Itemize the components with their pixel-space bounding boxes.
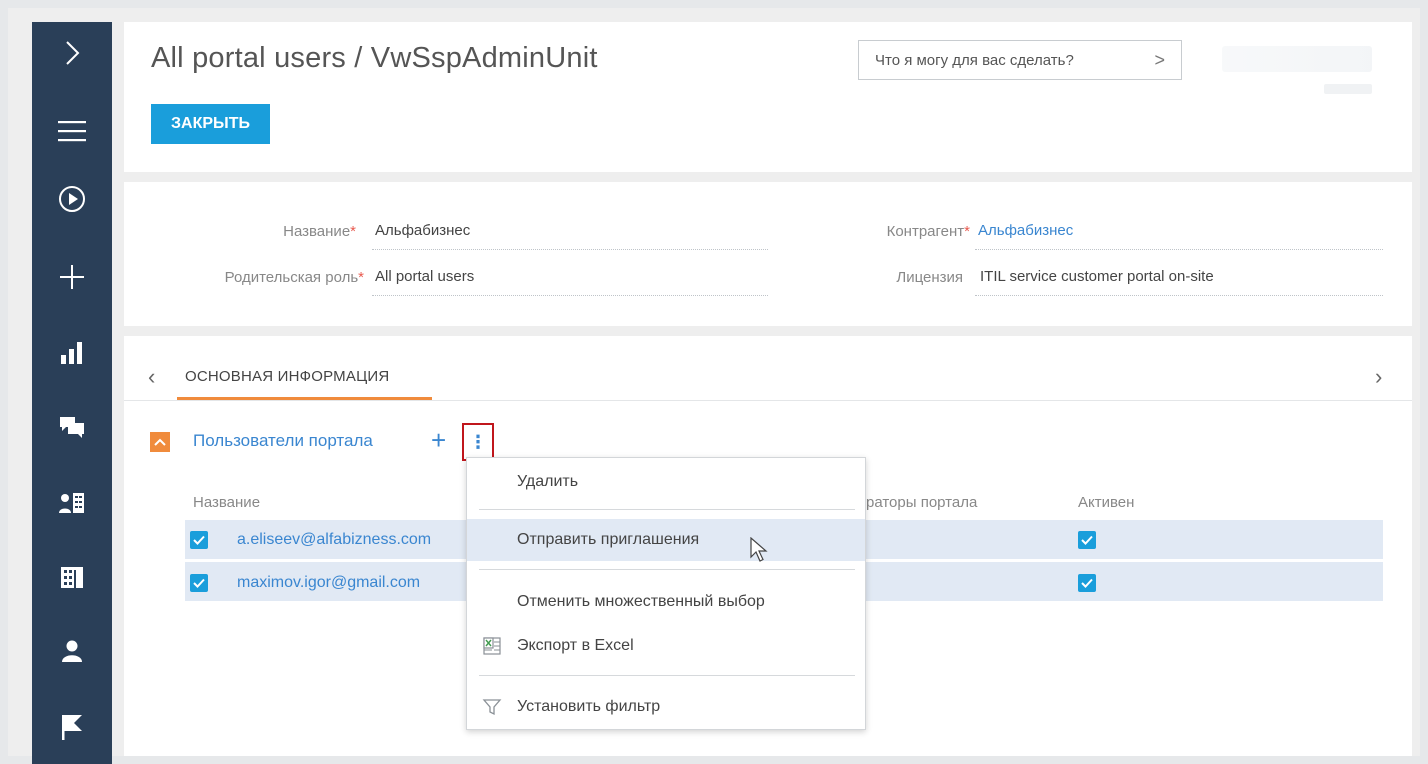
menu-item-set-filter[interactable]: Установить фильтр	[467, 687, 865, 727]
check-icon	[1081, 578, 1093, 588]
row-select-checkbox[interactable]	[190, 531, 208, 549]
menu-icon	[58, 121, 86, 142]
column-header-active[interactable]: Активен	[1078, 494, 1134, 511]
filter-icon	[482, 699, 502, 716]
quick-add-button[interactable]	[32, 252, 112, 302]
building-icon	[61, 567, 83, 588]
tab-divider	[124, 400, 1412, 401]
menu-divider	[479, 509, 855, 510]
chevron-right-icon	[66, 41, 80, 65]
field-underline	[975, 295, 1383, 296]
logo-sub	[1324, 84, 1372, 94]
name-label: Название*	[283, 223, 356, 240]
active-checkbox[interactable]	[1078, 574, 1096, 592]
field-underline	[975, 249, 1383, 250]
page-title: All portal users / VwSspAdminUnit	[151, 42, 598, 74]
license-label: Лицензия	[896, 269, 963, 286]
active-checkbox[interactable]	[1078, 531, 1096, 549]
accounts-button[interactable]	[32, 552, 112, 602]
users-button[interactable]	[32, 626, 112, 676]
dashboards-button[interactable]	[32, 328, 112, 378]
close-button[interactable]: ЗАКРЫТЬ	[151, 104, 270, 144]
add-record-button[interactable]: +	[431, 425, 446, 456]
user-icon	[62, 640, 82, 662]
plus-icon	[60, 265, 84, 289]
tab-prev-arrow[interactable]: ‹	[148, 364, 155, 390]
menu-item-label: Отменить множественный выбор	[517, 593, 765, 610]
chevron-up-icon	[154, 438, 166, 446]
column-header-admins[interactable]: раторы портала	[866, 494, 977, 511]
cases-button[interactable]	[32, 702, 112, 752]
account-value[interactable]: Альфабизнес	[978, 222, 1073, 239]
more-actions-button[interactable]: ⋮	[462, 423, 494, 461]
menu-item-send-invitations[interactable]: Отправить приглашения	[467, 519, 865, 561]
check-icon	[193, 535, 205, 545]
row-select-checkbox[interactable]	[190, 574, 208, 592]
check-icon	[1081, 535, 1093, 545]
excel-icon	[483, 637, 501, 655]
command-line-input[interactable]: Что я могу для вас сделать? >	[858, 40, 1182, 80]
fields-panel	[124, 182, 1412, 326]
bar-chart-icon	[61, 342, 82, 364]
name-value[interactable]: Альфабизнес	[375, 222, 470, 239]
check-icon	[193, 578, 205, 588]
tab-main-info[interactable]: ОСНОВНАЯ ИНФОРМАЦИЯ	[185, 368, 389, 385]
process-button[interactable]	[32, 174, 112, 224]
parent-role-label: Родительская роль*	[224, 269, 364, 286]
column-header-name[interactable]: Название	[193, 494, 260, 511]
menu-item-label: Экспорт в Excel	[517, 637, 634, 654]
menu-item-label: Отправить приглашения	[517, 531, 700, 548]
detail-title[interactable]: Пользователи портала	[193, 431, 373, 451]
expand-sidebar-button[interactable]	[32, 28, 112, 78]
parent-role-value[interactable]: All portal users	[375, 268, 474, 285]
menu-item-label: Установить фильтр	[517, 698, 661, 715]
menu-divider	[479, 569, 855, 570]
row-email-link[interactable]: maximov.igor@gmail.com	[237, 574, 420, 592]
field-underline	[372, 249, 768, 250]
logo	[1222, 46, 1372, 72]
actions-menu: Удалить Отправить приглашения Отменить м…	[466, 457, 866, 730]
contacts-icon	[59, 493, 84, 513]
flag-icon	[62, 715, 82, 740]
chevron-right-icon[interactable]: >	[1154, 50, 1165, 71]
menu-item-export-excel[interactable]: Экспорт в Excel	[467, 626, 865, 666]
tab-next-arrow[interactable]: ›	[1375, 364, 1382, 390]
license-value[interactable]: ITIL service customer portal on-site	[980, 268, 1214, 285]
row-email-link[interactable]: a.eliseev@alfabizness.com	[237, 531, 431, 549]
feed-button[interactable]	[32, 402, 112, 452]
menu-divider	[479, 675, 855, 676]
contacts-button[interactable]	[32, 478, 112, 528]
play-circle-icon	[59, 186, 85, 212]
menu-button[interactable]	[32, 106, 112, 156]
field-underline	[372, 295, 768, 296]
more-vertical-icon: ⋮	[469, 431, 487, 452]
command-line-placeholder: Что я могу для вас сделать?	[875, 51, 1074, 69]
mouse-cursor-icon	[750, 537, 768, 562]
sidebar	[32, 22, 112, 764]
collapse-detail-button[interactable]	[150, 432, 170, 452]
chat-icon	[60, 417, 84, 438]
account-label: Контрагент*	[886, 223, 970, 240]
menu-item-delete[interactable]: Удалить	[467, 462, 865, 502]
menu-item-cancel-multiselect[interactable]: Отменить множественный выбор	[467, 582, 865, 622]
menu-item-label: Удалить	[517, 473, 579, 490]
